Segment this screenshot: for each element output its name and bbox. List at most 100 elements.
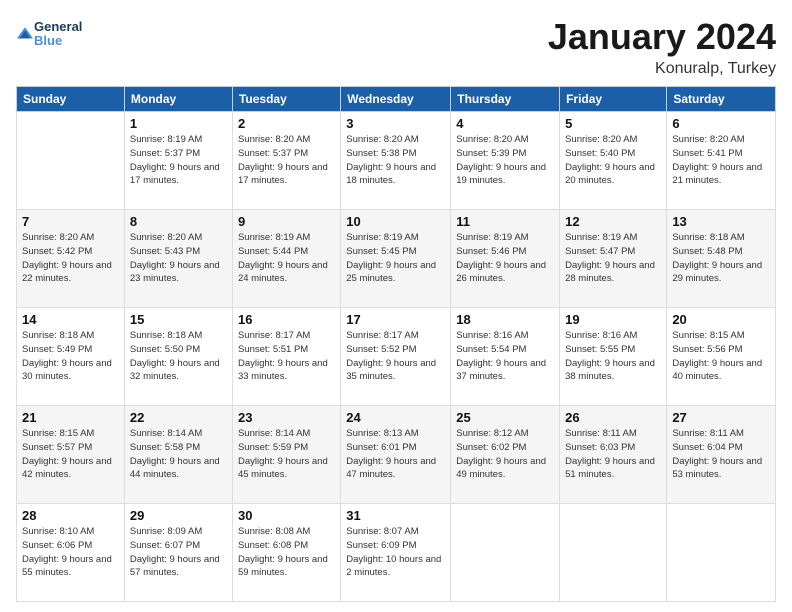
- day-info: Sunrise: 8:18 AMSunset: 5:48 PMDaylight:…: [672, 232, 762, 284]
- header-row: Sunday Monday Tuesday Wednesday Thursday…: [17, 87, 776, 112]
- day-info: Sunrise: 8:20 AMSunset: 5:38 PMDaylight:…: [346, 134, 436, 186]
- page-subtitle: Konuralp, Turkey: [548, 60, 776, 78]
- day-num: 1: [130, 116, 227, 131]
- day-num: 25: [456, 410, 554, 425]
- cell-1-5: 12 Sunrise: 8:19 AMSunset: 5:47 PMDayligh…: [560, 210, 667, 308]
- cell-3-6: 27Sunrise: 8:11 AMSunset: 6:04 PMDayligh…: [667, 406, 776, 504]
- day-num: 17: [346, 312, 445, 327]
- day-info: Sunrise: 8:20 AMSunset: 5:41 PMDaylight:…: [672, 134, 762, 186]
- day-info: Sunrise: 8:11 AMSunset: 6:03 PMDaylight:…: [565, 428, 655, 480]
- header-tuesday: Tuesday: [232, 87, 340, 112]
- day-num: 30: [238, 508, 335, 523]
- day-info: Sunrise: 8:09 AMSunset: 6:07 PMDaylight:…: [130, 526, 220, 578]
- day-num: 2: [238, 116, 335, 131]
- cell-2-1: 15Sunrise: 8:18 AMSunset: 5:50 PMDayligh…: [124, 308, 232, 406]
- day-num: 10: [346, 214, 445, 229]
- day-info: Sunrise: 8:20 AMSunset: 5:43 PMDaylight:…: [130, 232, 220, 284]
- day-info: Sunrise: 8:16 AMSunset: 5:54 PMDaylight:…: [456, 330, 546, 382]
- cell-0-6: 6 Sunrise: 8:20 AMSunset: 5:41 PMDaylight…: [667, 112, 776, 210]
- day-num: 12: [565, 214, 661, 229]
- header-friday: Friday: [560, 87, 667, 112]
- cell-0-2: 2 Sunrise: 8:20 AMSunset: 5:37 PMDaylight…: [232, 112, 340, 210]
- day-info: Sunrise: 8:12 AMSunset: 6:02 PMDaylight:…: [456, 428, 546, 480]
- week-row-2: 14 Sunrise: 8:18 AMSunset: 5:49 PMDayligh…: [17, 308, 776, 406]
- cell-4-6: [667, 504, 776, 602]
- day-info: Sunrise: 8:19 AMSunset: 5:37 PMDaylight:…: [130, 134, 220, 186]
- day-info: Sunrise: 8:10 AMSunset: 6:06 PMDaylight:…: [22, 526, 112, 578]
- header-sunday: Sunday: [17, 87, 125, 112]
- day-num: 6: [672, 116, 770, 131]
- cell-3-2: 23Sunrise: 8:14 AMSunset: 5:59 PMDayligh…: [232, 406, 340, 504]
- page: General Blue January 2024 Konuralp, Turk…: [0, 0, 792, 612]
- logo-icon: [16, 25, 34, 43]
- cell-4-4: [451, 504, 560, 602]
- header-monday: Monday: [124, 87, 232, 112]
- day-info: Sunrise: 8:20 AMSunset: 5:37 PMDaylight:…: [238, 134, 328, 186]
- week-row-4: 28 Sunrise: 8:10 AMSunset: 6:06 PMDayligh…: [17, 504, 776, 602]
- day-num: 7: [22, 214, 119, 229]
- day-info: Sunrise: 8:19 AMSunset: 5:47 PMDaylight:…: [565, 232, 655, 284]
- cell-2-0: 14 Sunrise: 8:18 AMSunset: 5:49 PMDayligh…: [17, 308, 125, 406]
- cell-3-5: 26 Sunrise: 8:11 AMSunset: 6:03 PMDayligh…: [560, 406, 667, 504]
- day-info: Sunrise: 8:11 AMSunset: 6:04 PMDaylight:…: [672, 428, 762, 480]
- week-row-3: 21Sunrise: 8:15 AMSunset: 5:57 PMDayligh…: [17, 406, 776, 504]
- calendar-table: Sunday Monday Tuesday Wednesday Thursday…: [16, 86, 776, 602]
- day-num: 23: [238, 410, 335, 425]
- day-num: 9: [238, 214, 335, 229]
- day-num: 22: [130, 410, 227, 425]
- cell-4-2: 30 Sunrise: 8:08 AMSunset: 6:08 PMDayligh…: [232, 504, 340, 602]
- day-num: 20: [672, 312, 770, 327]
- day-num: 26: [565, 410, 661, 425]
- cell-1-6: 13Sunrise: 8:18 AMSunset: 5:48 PMDayligh…: [667, 210, 776, 308]
- cell-1-4: 11Sunrise: 8:19 AMSunset: 5:46 PMDayligh…: [451, 210, 560, 308]
- cell-0-5: 5 Sunrise: 8:20 AMSunset: 5:40 PMDaylight…: [560, 112, 667, 210]
- day-info: Sunrise: 8:08 AMSunset: 6:08 PMDaylight:…: [238, 526, 328, 578]
- day-num: 14: [22, 312, 119, 327]
- week-row-1: 7 Sunrise: 8:20 AMSunset: 5:42 PMDaylight…: [17, 210, 776, 308]
- title-block: January 2024 Konuralp, Turkey: [548, 16, 776, 78]
- day-info: Sunrise: 8:18 AMSunset: 5:49 PMDaylight:…: [22, 330, 112, 382]
- day-info: Sunrise: 8:19 AMSunset: 5:45 PMDaylight:…: [346, 232, 436, 284]
- cell-2-5: 19Sunrise: 8:16 AMSunset: 5:55 PMDayligh…: [560, 308, 667, 406]
- cell-4-3: 31Sunrise: 8:07 AMSunset: 6:09 PMDayligh…: [341, 504, 451, 602]
- cell-4-5: [560, 504, 667, 602]
- cell-3-4: 25 Sunrise: 8:12 AMSunset: 6:02 PMDayligh…: [451, 406, 560, 504]
- day-num: 24: [346, 410, 445, 425]
- day-num: 8: [130, 214, 227, 229]
- day-num: 28: [22, 508, 119, 523]
- day-num: 18: [456, 312, 554, 327]
- cell-0-1: 1 Sunrise: 8:19 AMSunset: 5:37 PMDaylight…: [124, 112, 232, 210]
- day-num: 16: [238, 312, 335, 327]
- day-info: Sunrise: 8:13 AMSunset: 6:01 PMDaylight:…: [346, 428, 436, 480]
- day-num: 4: [456, 116, 554, 131]
- day-info: Sunrise: 8:14 AMSunset: 5:58 PMDaylight:…: [130, 428, 220, 480]
- cell-0-0: [17, 112, 125, 210]
- cell-3-0: 21Sunrise: 8:15 AMSunset: 5:57 PMDayligh…: [17, 406, 125, 504]
- day-num: 15: [130, 312, 227, 327]
- cell-4-0: 28 Sunrise: 8:10 AMSunset: 6:06 PMDayligh…: [17, 504, 125, 602]
- header-thursday: Thursday: [451, 87, 560, 112]
- header-saturday: Saturday: [667, 87, 776, 112]
- day-info: Sunrise: 8:20 AMSunset: 5:42 PMDaylight:…: [22, 232, 112, 284]
- cell-1-0: 7 Sunrise: 8:20 AMSunset: 5:42 PMDaylight…: [17, 210, 125, 308]
- cell-3-3: 24 Sunrise: 8:13 AMSunset: 6:01 PMDayligh…: [341, 406, 451, 504]
- cell-4-1: 29Sunrise: 8:09 AMSunset: 6:07 PMDayligh…: [124, 504, 232, 602]
- day-info: Sunrise: 8:20 AMSunset: 5:40 PMDaylight:…: [565, 134, 655, 186]
- day-info: Sunrise: 8:19 AMSunset: 5:44 PMDaylight:…: [238, 232, 328, 284]
- day-info: Sunrise: 8:17 AMSunset: 5:51 PMDaylight:…: [238, 330, 328, 382]
- cell-1-3: 10 Sunrise: 8:19 AMSunset: 5:45 PMDayligh…: [341, 210, 451, 308]
- day-info: Sunrise: 8:15 AMSunset: 5:56 PMDaylight:…: [672, 330, 762, 382]
- cell-0-3: 3 Sunrise: 8:20 AMSunset: 5:38 PMDaylight…: [341, 112, 451, 210]
- day-num: 5: [565, 116, 661, 131]
- cell-2-3: 17 Sunrise: 8:17 AMSunset: 5:52 PMDayligh…: [341, 308, 451, 406]
- header: General Blue January 2024 Konuralp, Turk…: [16, 16, 776, 78]
- cell-1-2: 9 Sunrise: 8:19 AMSunset: 5:44 PMDaylight…: [232, 210, 340, 308]
- cell-3-1: 22 Sunrise: 8:14 AMSunset: 5:58 PMDayligh…: [124, 406, 232, 504]
- cell-2-4: 18 Sunrise: 8:16 AMSunset: 5:54 PMDayligh…: [451, 308, 560, 406]
- day-info: Sunrise: 8:17 AMSunset: 5:52 PMDaylight:…: [346, 330, 436, 382]
- calendar-body: 1 Sunrise: 8:19 AMSunset: 5:37 PMDaylight…: [17, 112, 776, 602]
- day-num: 11: [456, 214, 554, 229]
- day-info: Sunrise: 8:15 AMSunset: 5:57 PMDaylight:…: [22, 428, 112, 480]
- day-num: 31: [346, 508, 445, 523]
- day-num: 3: [346, 116, 445, 131]
